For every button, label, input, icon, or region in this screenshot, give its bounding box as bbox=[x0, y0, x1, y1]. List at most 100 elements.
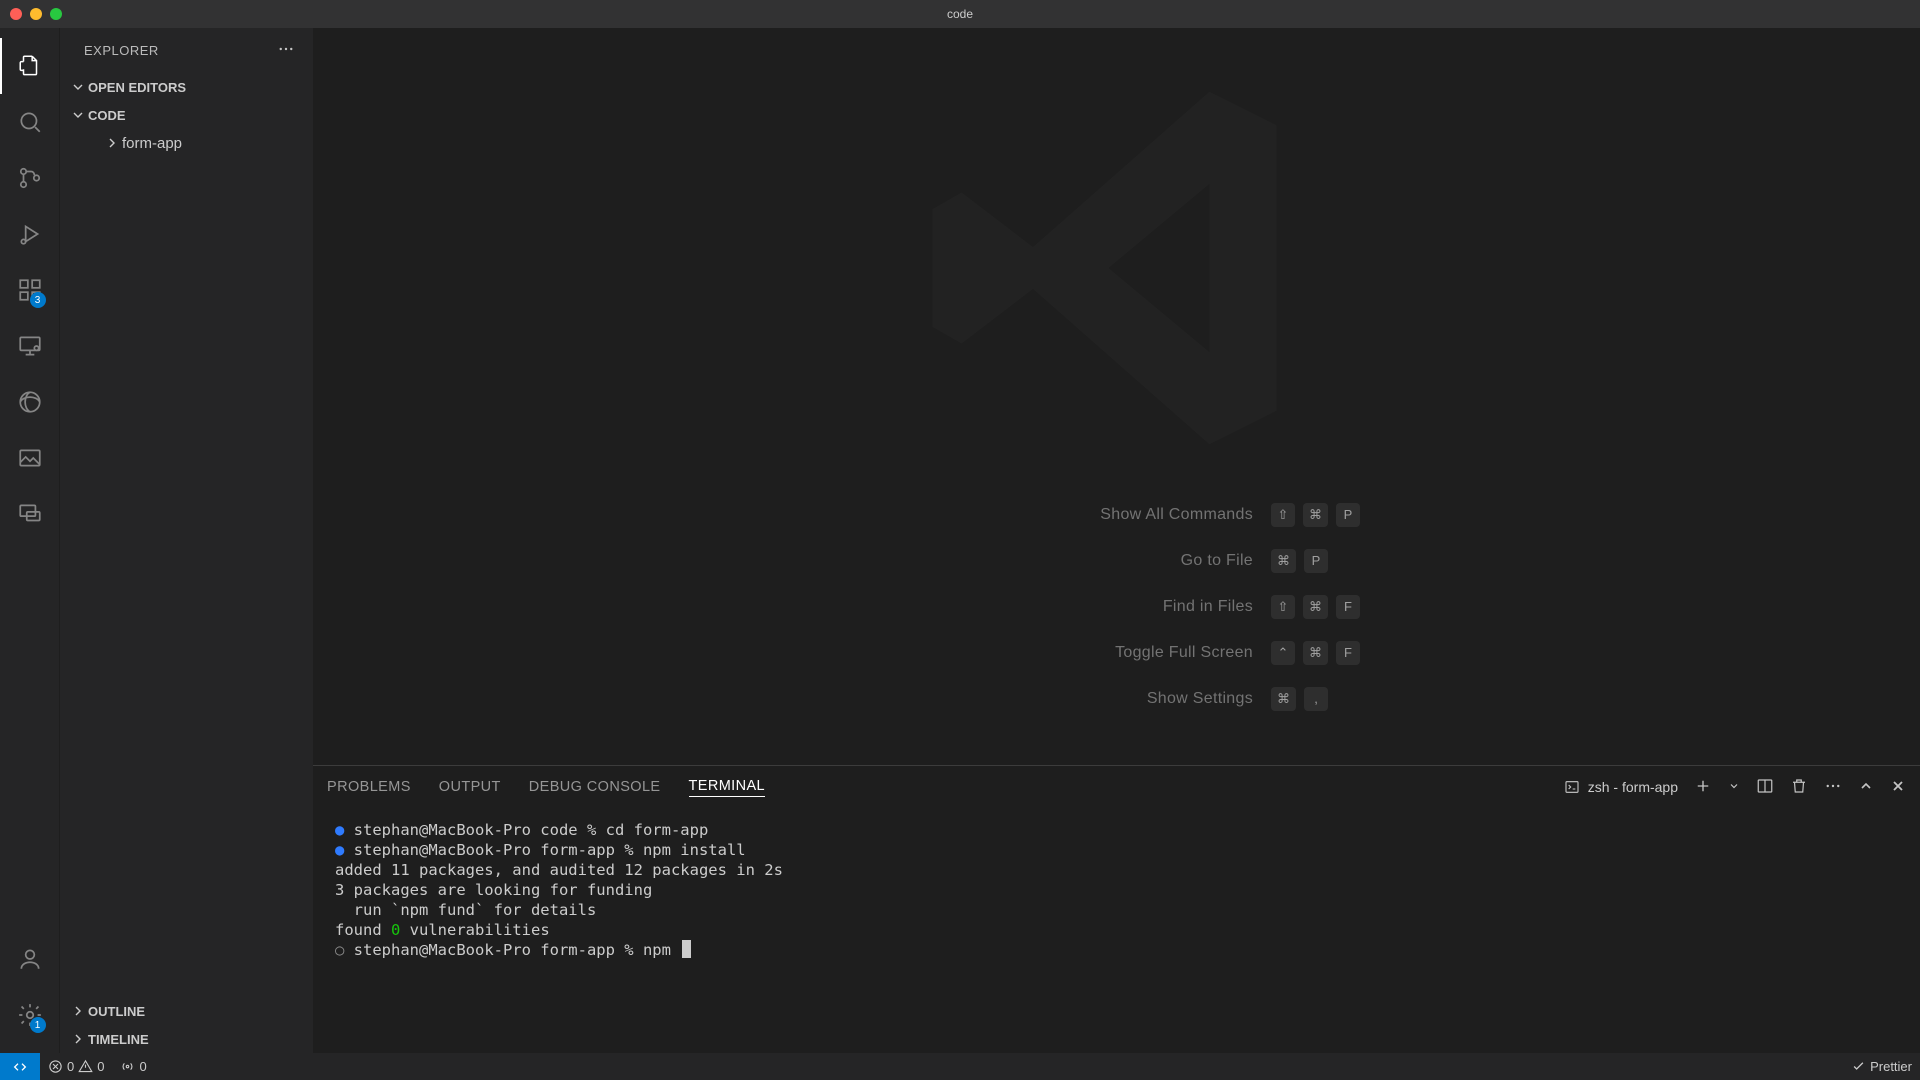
split-terminal-icon[interactable] bbox=[1756, 777, 1774, 798]
status-ports[interactable]: 0 bbox=[112, 1053, 154, 1080]
window-controls bbox=[10, 8, 62, 20]
extensions-icon[interactable]: 3 bbox=[0, 262, 60, 318]
editor-area: Show All Commands⇧⌘PGo to File⌘PFind in … bbox=[313, 28, 1920, 1053]
key: ⌘ bbox=[1271, 549, 1296, 573]
shortcut-row: Show Settings ⌘, bbox=[873, 687, 1360, 711]
shortcut-keys: ⌘P bbox=[1271, 549, 1328, 573]
explorer-icon[interactable] bbox=[0, 38, 60, 94]
shortcut-row: Show All Commands ⇧ ⌘ P bbox=[873, 503, 1360, 527]
shortcut-keys: ⇧⌘F bbox=[1271, 595, 1360, 619]
key: P bbox=[1336, 503, 1360, 527]
search-icon[interactable] bbox=[0, 94, 60, 150]
key: ⌘ bbox=[1303, 503, 1328, 527]
tab-debug-console[interactable]: DEBUG CONSOLE bbox=[529, 779, 661, 795]
picture-icon[interactable] bbox=[0, 430, 60, 486]
window-title: code bbox=[947, 7, 973, 21]
warning-count: 0 bbox=[97, 1059, 104, 1074]
run-debug-icon[interactable] bbox=[0, 206, 60, 262]
feedback-icon[interactable] bbox=[0, 486, 60, 542]
sidebar-title: EXPLORER bbox=[84, 43, 159, 58]
terminal-line: ○ stephan@MacBook-Pro form-app % npm bbox=[335, 940, 1898, 960]
new-terminal-icon[interactable] bbox=[1694, 777, 1712, 798]
chevron-right-icon bbox=[104, 135, 120, 151]
timeline-label: TIMELINE bbox=[88, 1032, 149, 1047]
extensions-badge: 3 bbox=[30, 292, 46, 308]
terminal-line: added 11 packages, and audited 12 packag… bbox=[335, 860, 1898, 880]
key: ⇧ bbox=[1271, 503, 1295, 527]
terminal-line: ● stephan@MacBook-Pro form-app % npm ins… bbox=[335, 840, 1898, 860]
status-prettier[interactable]: Prettier bbox=[1843, 1059, 1920, 1074]
folder-name: form-app bbox=[122, 135, 182, 152]
sidebar-more-icon[interactable] bbox=[277, 40, 295, 61]
settings-badge: 1 bbox=[30, 1017, 46, 1033]
tab-terminal[interactable]: TERMINAL bbox=[689, 778, 766, 797]
chevron-right-icon bbox=[70, 1003, 86, 1019]
chevron-down-icon bbox=[70, 107, 86, 123]
shortcut-row: Go to File⌘P bbox=[873, 549, 1360, 573]
welcome-shortcuts: Show All Commands⇧⌘PGo to File⌘PFind in … bbox=[873, 503, 1360, 711]
tab-output[interactable]: OUTPUT bbox=[439, 779, 501, 795]
explorer-sidebar: EXPLORER OPEN EDITORS CODE form-app OUTL… bbox=[60, 28, 313, 1053]
maximize-panel-icon[interactable] bbox=[1858, 778, 1874, 797]
bottom-panel: PROBLEMS OUTPUT DEBUG CONSOLE TERMINAL z… bbox=[313, 765, 1920, 1053]
open-editors-label: OPEN EDITORS bbox=[88, 80, 186, 95]
terminal-name-label: zsh - form-app bbox=[1588, 779, 1678, 795]
minimize-window-button[interactable] bbox=[30, 8, 42, 20]
broadcast-icon bbox=[120, 1059, 135, 1074]
shortcut-row: Toggle Full Screen ⌃ ⌘ F bbox=[873, 641, 1360, 665]
outline-section[interactable]: OUTLINE bbox=[60, 997, 313, 1025]
close-panel-icon[interactable] bbox=[1890, 778, 1906, 797]
terminal-line: run `npm fund` for details bbox=[335, 900, 1898, 920]
remote-explorer-icon[interactable] bbox=[0, 318, 60, 374]
shortcut-label: Toggle Full Screen bbox=[873, 644, 1253, 662]
error-count: 0 bbox=[67, 1059, 74, 1074]
terminal-cursor bbox=[682, 940, 691, 958]
terminal-dropdown-icon[interactable] bbox=[1728, 780, 1740, 795]
status-problems[interactable]: 0 0 bbox=[40, 1053, 112, 1080]
key: F bbox=[1336, 641, 1360, 665]
terminal-line: found 0 vulnerabilities bbox=[335, 920, 1898, 940]
key: ⇧ bbox=[1271, 595, 1295, 619]
shortcut-label: Go to File bbox=[873, 552, 1253, 570]
vscode-watermark-icon bbox=[907, 58, 1327, 478]
remote-indicator[interactable] bbox=[0, 1053, 40, 1080]
key: F bbox=[1336, 595, 1360, 619]
outline-label: OUTLINE bbox=[88, 1004, 145, 1019]
edge-icon[interactable] bbox=[0, 374, 60, 430]
close-window-button[interactable] bbox=[10, 8, 22, 20]
titlebar: code bbox=[0, 0, 1920, 28]
prettier-label: Prettier bbox=[1870, 1059, 1912, 1074]
open-editors-section[interactable]: OPEN EDITORS bbox=[60, 73, 313, 101]
shortcut-row: Find in Files⇧⌘F bbox=[873, 595, 1360, 619]
terminal-line: ● stephan@MacBook-Pro code % cd form-app bbox=[335, 820, 1898, 840]
chevron-right-icon bbox=[70, 1031, 86, 1047]
folder-item[interactable]: form-app bbox=[60, 129, 313, 157]
workspace-section[interactable]: CODE bbox=[60, 101, 313, 129]
terminal-output[interactable]: ● stephan@MacBook-Pro code % cd form-app… bbox=[313, 808, 1920, 1053]
shortcut-keys: ⌘, bbox=[1271, 687, 1328, 711]
settings-gear-icon[interactable]: 1 bbox=[0, 987, 60, 1043]
activity-bar: 3 1 bbox=[0, 28, 60, 1053]
error-icon bbox=[48, 1059, 63, 1074]
key: ⌃ bbox=[1271, 641, 1295, 665]
maximize-window-button[interactable] bbox=[50, 8, 62, 20]
terminal-selector[interactable]: zsh - form-app bbox=[1564, 779, 1678, 795]
chevron-down-icon bbox=[70, 79, 86, 95]
terminal-line: 3 packages are looking for funding bbox=[335, 880, 1898, 900]
panel-more-icon[interactable] bbox=[1824, 777, 1842, 798]
tab-problems[interactable]: PROBLEMS bbox=[327, 779, 411, 795]
trash-terminal-icon[interactable] bbox=[1790, 777, 1808, 798]
ports-count: 0 bbox=[139, 1059, 146, 1074]
shortcut-label: Show All Commands bbox=[873, 506, 1253, 524]
source-control-icon[interactable] bbox=[0, 150, 60, 206]
warning-icon bbox=[78, 1059, 93, 1074]
accounts-icon[interactable] bbox=[0, 931, 60, 987]
timeline-section[interactable]: TIMELINE bbox=[60, 1025, 313, 1053]
key: ⌘ bbox=[1271, 687, 1296, 711]
key: P bbox=[1304, 549, 1328, 573]
workspace-label: CODE bbox=[88, 108, 126, 123]
shortcut-keys: ⌃ ⌘ F bbox=[1271, 641, 1360, 665]
shortcut-label: Show Settings bbox=[873, 690, 1253, 708]
terminal-icon bbox=[1564, 779, 1580, 795]
key: ⌘ bbox=[1303, 641, 1328, 665]
